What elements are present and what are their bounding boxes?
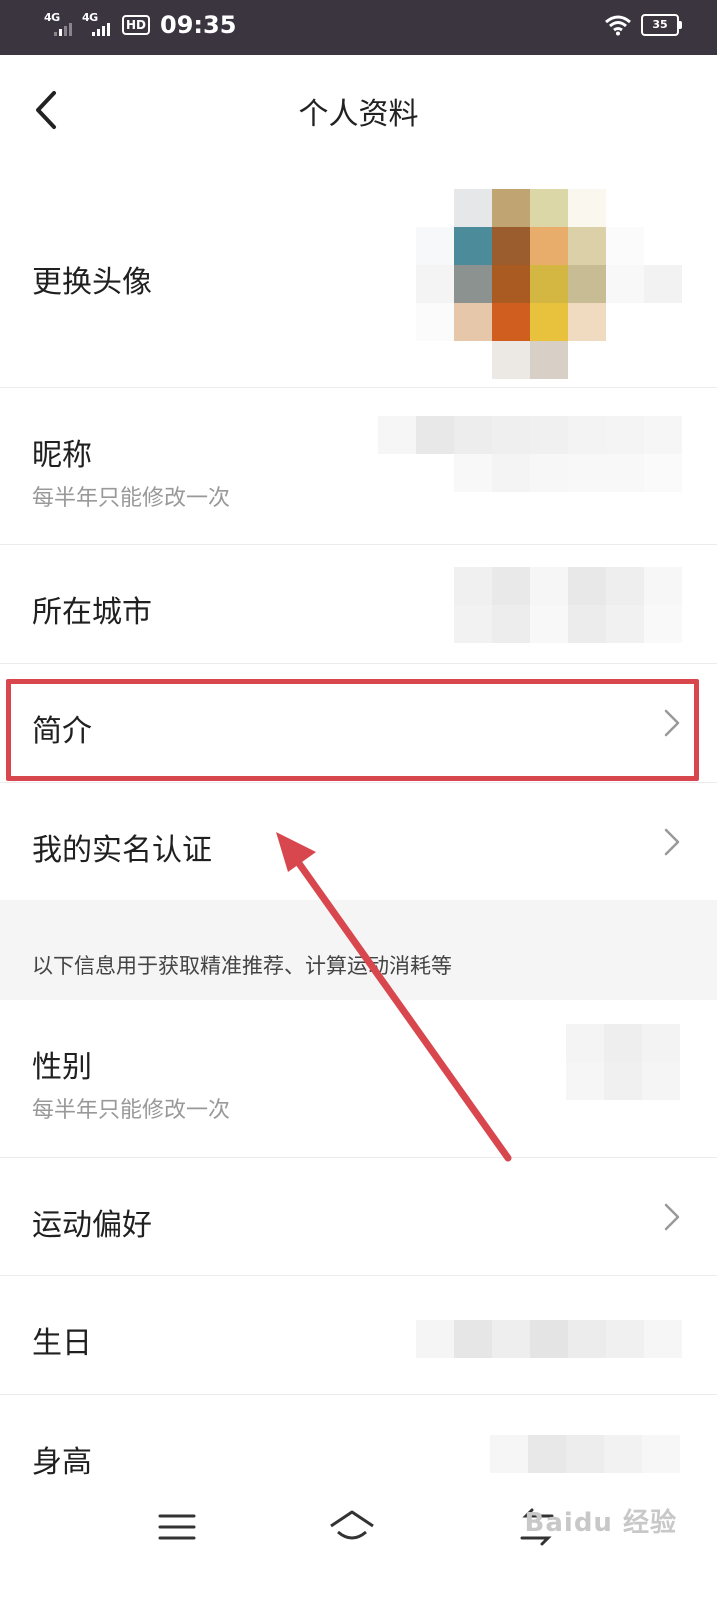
row-gender[interactable]: 性别 每半年只能修改一次 bbox=[0, 1000, 717, 1157]
home-icon[interactable] bbox=[327, 1502, 377, 1552]
page-title: 个人资料 bbox=[298, 97, 419, 132]
header: 个人资料 bbox=[0, 55, 717, 165]
battery-icon: 35 bbox=[641, 14, 682, 36]
signal-icon: 4G bbox=[44, 11, 76, 39]
row-label: 运动偏好 bbox=[32, 1208, 152, 1243]
nickname-value bbox=[378, 416, 682, 492]
chevron-right-icon bbox=[664, 1203, 680, 1231]
hd-icon: HD bbox=[122, 15, 151, 35]
gender-value bbox=[566, 1024, 680, 1100]
signal-icon: 4G bbox=[82, 11, 114, 39]
wifi-icon bbox=[605, 15, 631, 36]
row-nickname[interactable]: 昵称 每半年只能修改一次 bbox=[0, 388, 717, 544]
row-hint: 每半年只能修改一次 bbox=[32, 1098, 231, 1123]
row-avatar[interactable]: 更换头像 bbox=[0, 165, 717, 387]
height-value bbox=[490, 1435, 680, 1473]
row-label: 我的实名认证 bbox=[32, 833, 212, 868]
highlight-box bbox=[6, 679, 699, 781]
status-left: 4G 4G HD 09:35 bbox=[44, 11, 236, 39]
menu-icon[interactable] bbox=[152, 1502, 202, 1552]
battery-level: 35 bbox=[652, 18, 668, 31]
section-header: 以下信息用于获取精准推荐、计算运动消耗等 bbox=[0, 900, 717, 1000]
row-hint: 每半年只能修改一次 bbox=[32, 486, 231, 511]
row-height[interactable]: 身高 bbox=[0, 1395, 717, 1480]
row-birthday[interactable]: 生日 bbox=[0, 1276, 717, 1394]
row-label: 性别 bbox=[32, 1050, 92, 1085]
city-value bbox=[454, 567, 682, 643]
row-label: 更换头像 bbox=[32, 265, 152, 300]
row-realname[interactable]: 我的实名认证 bbox=[0, 783, 717, 900]
status-right: 35 bbox=[605, 14, 682, 36]
section-caption: 以下信息用于获取精准推荐、计算运动消耗等 bbox=[32, 954, 452, 978]
status-bar: 4G 4G HD 09:35 35 bbox=[0, 0, 717, 55]
row-label: 昵称 bbox=[32, 438, 92, 473]
nav-bar: Baidu 经验 bbox=[0, 1480, 717, 1600]
watermark: Baidu 经验 bbox=[524, 1508, 677, 1538]
birthday-value bbox=[416, 1320, 682, 1358]
row-label: 所在城市 bbox=[32, 595, 152, 630]
row-sport[interactable]: 运动偏好 bbox=[0, 1158, 717, 1275]
row-city[interactable]: 所在城市 bbox=[0, 545, 717, 663]
chevron-right-icon bbox=[664, 828, 680, 856]
row-label: 生日 bbox=[32, 1326, 92, 1361]
avatar bbox=[416, 189, 682, 379]
row-label: 身高 bbox=[32, 1445, 92, 1480]
clock: 09:35 bbox=[160, 11, 237, 39]
